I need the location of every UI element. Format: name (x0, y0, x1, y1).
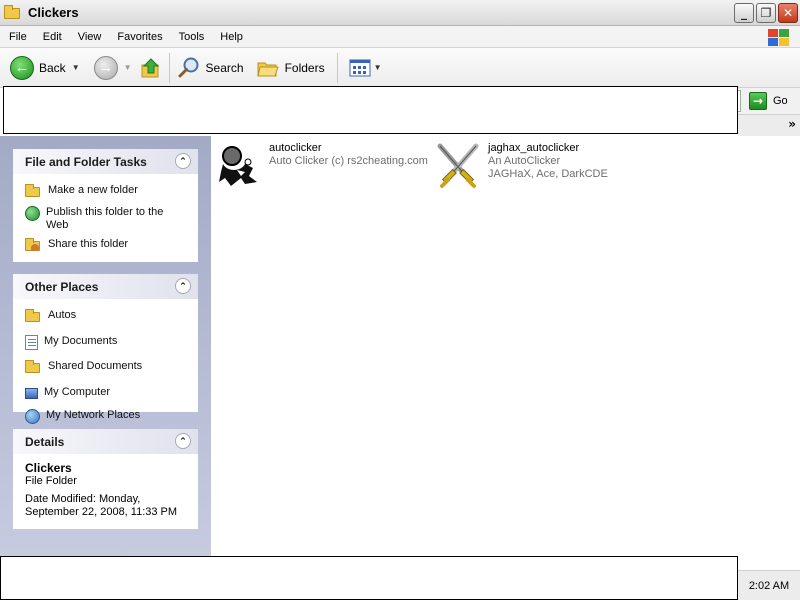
details-folder-name: Clickers (25, 461, 72, 475)
my-documents-icon (25, 335, 38, 350)
menu-help[interactable]: Help (211, 31, 250, 43)
place-autos[interactable]: Autos (25, 306, 198, 328)
go-label: Go (773, 95, 788, 107)
file-authors: JAGHaX, Ace, DarkCDE (488, 168, 608, 180)
up-arrow-icon (141, 57, 159, 77)
publish-web-icon (25, 206, 40, 221)
go-button[interactable]: → Go (738, 88, 800, 114)
task-label: Share this folder (48, 238, 129, 250)
views-button[interactable]: ▼ (345, 52, 386, 84)
task-share-folder[interactable]: Share this folder (25, 235, 198, 257)
place-label: My Documents (44, 335, 118, 347)
menu-view[interactable]: View (69, 31, 109, 43)
autoclicker-app-icon (219, 146, 257, 186)
file-description: Auto Clicker (c) rs2cheating.com (269, 155, 428, 167)
file-item-jaghax-autoclicker[interactable]: jaghax_autoclicker An AutoClicker JAGHaX… (434, 142, 608, 190)
menu-edit[interactable]: Edit (34, 31, 69, 43)
back-dropdown-icon[interactable]: ▼ (72, 63, 80, 72)
back-label: Back (39, 60, 66, 75)
crossed-swords-icon (437, 143, 479, 188)
task-make-new-folder[interactable]: Make a new folder (25, 181, 198, 203)
collapse-icon[interactable]: ⌃ (175, 278, 191, 294)
place-shared-documents[interactable]: Shared Documents (25, 353, 198, 379)
address-field-edge (738, 90, 741, 112)
search-label: Search (205, 60, 244, 75)
file-description: An AutoClicker (488, 155, 561, 167)
details-modified-line2: September 22, 2008, 11:33 PM (25, 506, 178, 518)
network-places-icon (25, 409, 40, 424)
title-bar: Clickers _ ❐ ✕ (0, 0, 800, 26)
panel-title: File and Folder Tasks (25, 154, 147, 169)
forward-button[interactable]: → ▼ (90, 52, 136, 84)
collapse-icon[interactable]: ⌃ (175, 433, 191, 449)
clock[interactable]: 2:02 AM (749, 580, 789, 592)
go-arrow-icon: → (749, 92, 767, 110)
system-tray: 2:02 AM (738, 570, 800, 600)
panel-header[interactable]: Other Places ⌃ (13, 274, 198, 299)
views-icon (349, 59, 371, 76)
collapse-icon[interactable]: ⌃ (175, 153, 191, 169)
task-label: Make a new folder (48, 184, 138, 196)
folder-icon (4, 4, 22, 20)
windows-logo-icon (766, 28, 792, 46)
menu-bar: File Edit View Favorites Tools Help (0, 26, 800, 48)
back-arrow-icon: ← (10, 55, 34, 80)
my-computer-icon (25, 388, 38, 399)
file-name: jaghax_autoclicker (488, 142, 580, 154)
back-button[interactable]: ← Back ▼ (6, 52, 84, 84)
panel-header[interactable]: Details ⌃ (13, 429, 198, 454)
task-publish-to-web[interactable]: Publish this folder to the Web (25, 203, 198, 235)
folders-button[interactable]: Folders (252, 52, 329, 84)
place-my-computer[interactable]: My Computer (25, 379, 198, 402)
close-button[interactable]: ✕ (778, 3, 798, 23)
window-title: Clickers (28, 5, 79, 20)
place-label: My Network Places (46, 409, 141, 421)
task-label: Publish this folder to the Web (46, 206, 164, 231)
file-item-autoclicker[interactable]: autoclicker Auto Clicker (c) rs2cheating… (215, 142, 428, 190)
file-folder-tasks-panel: File and Folder Tasks ⌃ Make a new folde… (13, 149, 198, 262)
minimize-button[interactable]: _ (734, 3, 754, 23)
toolbar-separator (336, 52, 338, 83)
place-my-documents[interactable]: My Documents (25, 328, 198, 353)
chevron-right-icon[interactable]: » (788, 117, 796, 131)
address-bar-region[interactable] (3, 86, 738, 134)
folder-icon (25, 309, 42, 325)
new-folder-icon (25, 184, 42, 200)
menu-file[interactable]: File (0, 31, 34, 43)
folders-label: Folders (284, 60, 325, 75)
file-name: autoclicker (269, 142, 322, 154)
panel-header[interactable]: File and Folder Tasks ⌃ (13, 149, 198, 174)
up-folder-button[interactable] (136, 52, 166, 84)
status-bar-region (0, 556, 738, 600)
place-label: My Computer (44, 386, 111, 398)
place-label: Shared Documents (48, 360, 143, 372)
views-dropdown-icon[interactable]: ▼ (374, 63, 382, 72)
place-my-network-places[interactable]: My Network Places (25, 402, 198, 427)
place-label: Autos (48, 309, 77, 321)
details-modified-line1: Date Modified: Monday, (25, 493, 141, 505)
forward-dropdown-icon[interactable]: ▼ (124, 63, 132, 72)
menu-tools[interactable]: Tools (170, 31, 212, 43)
other-places-panel: Other Places ⌃ Autos My Documents Shared… (13, 274, 198, 424)
details-folder-type: File Folder (25, 475, 77, 487)
panel-title: Other Places (25, 279, 99, 294)
share-folder-icon (25, 238, 42, 254)
search-button[interactable]: Search (173, 52, 248, 84)
task-pane: File and Folder Tasks ⌃ Make a new folde… (0, 136, 211, 556)
toolbar-separator (168, 52, 170, 83)
toolbar: ← Back ▼ → ▼ Search Folders ▼ (0, 48, 800, 88)
forward-arrow-icon: → (93, 55, 118, 80)
search-icon (178, 57, 199, 77)
links-bar: » (738, 114, 800, 136)
details-panel: Details ⌃ Clickers File Folder Date Modi… (13, 429, 198, 529)
menu-favorites[interactable]: Favorites (108, 31, 169, 43)
maximize-button[interactable]: ❐ (756, 3, 776, 23)
panel-title: Details (25, 434, 65, 449)
folders-icon (256, 62, 279, 76)
folder-icon (25, 360, 42, 376)
file-view[interactable]: autoclicker Auto Clicker (c) rs2cheating… (211, 136, 800, 556)
